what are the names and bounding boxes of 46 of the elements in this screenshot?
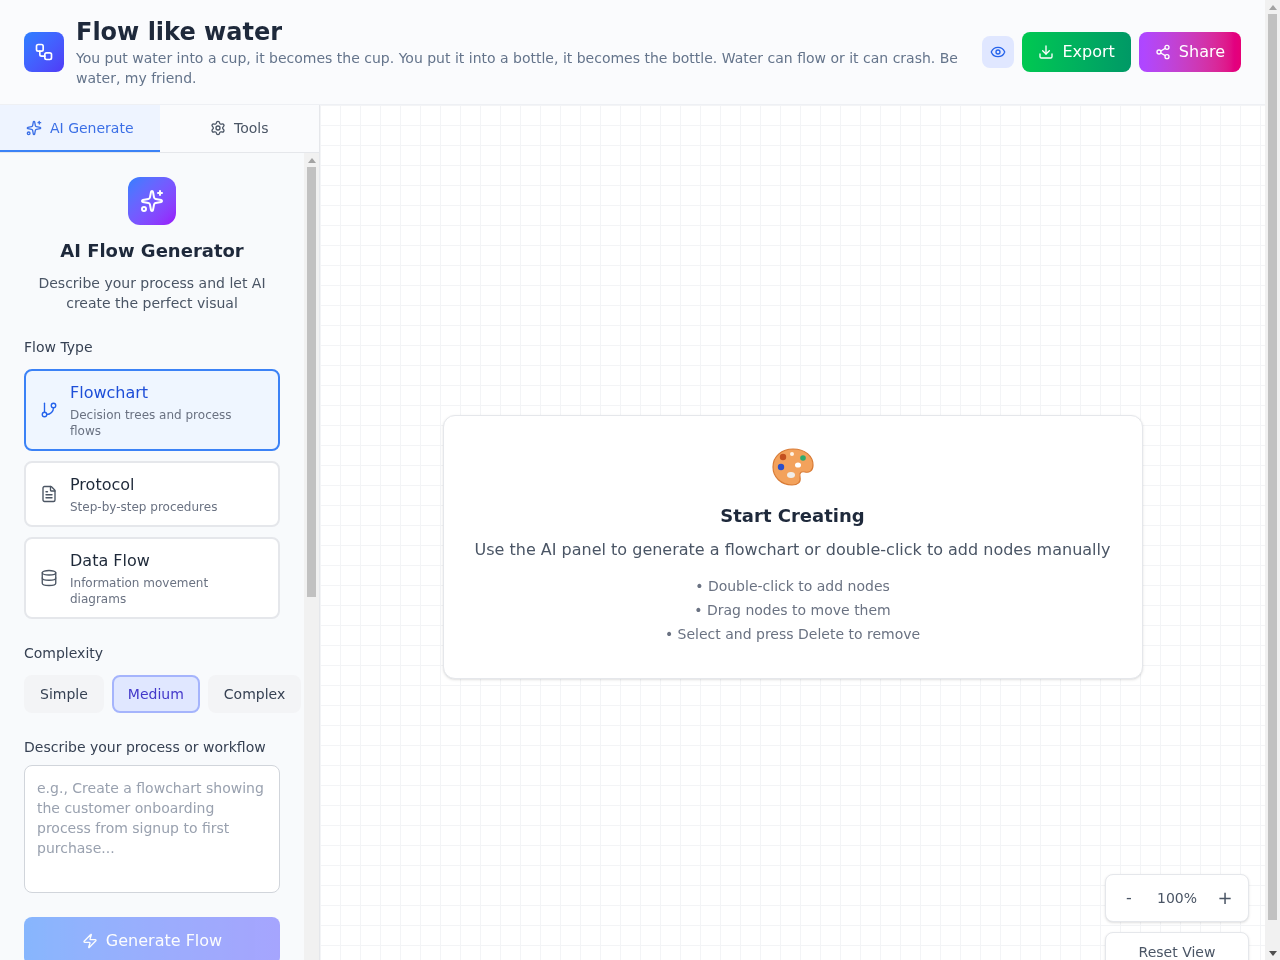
sidebar-scrollbar[interactable] xyxy=(304,153,319,960)
panel-title: AI Flow Generator xyxy=(60,239,244,263)
section-label: Complexity xyxy=(24,644,104,663)
flow-type-option[interactable]: Data Flow Information movement diagrams xyxy=(24,537,280,619)
sparkles-icon xyxy=(128,177,176,225)
lightning-icon xyxy=(81,933,98,949)
section-label: Flow Type xyxy=(24,338,93,357)
sidebar-tab[interactable]: Tools xyxy=(159,105,319,152)
page-scrollbar[interactable] xyxy=(1265,0,1280,960)
database-icon xyxy=(40,569,58,587)
share-icon xyxy=(1154,44,1171,60)
download-icon xyxy=(1038,44,1055,60)
complexity-option[interactable]: Simple xyxy=(24,675,104,713)
document-icon xyxy=(40,485,58,503)
flow-type-option[interactable]: Protocol Step-by-step procedures xyxy=(24,461,280,527)
prompt-field[interactable]: e.g., Create a flowchart showing the customer onboarding process from signup to first purchase... xyxy=(24,765,280,893)
branch-icon xyxy=(40,401,58,419)
settings-icon xyxy=(210,119,226,136)
palette-icon xyxy=(771,447,814,486)
sparkles-icon xyxy=(25,119,42,136)
zoom-level: 100% xyxy=(1156,889,1198,908)
panel-description: Describe your process and let AI create the perfect visual xyxy=(37,274,267,313)
share-button[interactable]: Share xyxy=(1138,32,1241,72)
scrollbar-thumb[interactable] xyxy=(307,167,316,597)
tip-text: • Double-click to add nodes xyxy=(695,576,890,596)
zoom-out-button[interactable]: - xyxy=(1113,882,1145,914)
zoom-in-button[interactable]: + xyxy=(1209,882,1241,914)
sidebar-tab[interactable]: AI Generate xyxy=(0,105,160,152)
scroll-up-icon[interactable] xyxy=(1268,4,1277,10)
empty-state-description: Use the AI panel to generate a flowchart or double-click to add nodes manually xyxy=(474,538,1111,561)
scroll-up-icon[interactable] xyxy=(307,157,316,163)
flow-type-option[interactable]: Flowchart Decision trees and process flows xyxy=(24,369,280,451)
eye-icon xyxy=(990,44,1007,60)
reset-view-button[interactable]: Reset View xyxy=(1105,932,1249,960)
scroll-down-icon[interactable] xyxy=(1268,950,1277,956)
tip-text: • Select and press Delete to remove xyxy=(664,624,921,644)
complexity-option[interactable]: Medium xyxy=(111,675,200,713)
app-description: You put water into a cup, it becomes the cup. You put it into a bottle, it becomes the bottle. Water can flow or it can crash. Be water, my friend. xyxy=(76,49,959,88)
complexity-option[interactable]: Complex xyxy=(207,675,302,713)
scrollbar-thumb[interactable] xyxy=(1268,14,1277,920)
tip-text: • Drag nodes to move them xyxy=(694,600,891,620)
logo-icon xyxy=(24,32,64,72)
field-label: Describe your process or workflow xyxy=(24,738,266,757)
app-title: Flow like water xyxy=(76,17,283,48)
preview-button[interactable] xyxy=(982,36,1015,68)
empty-state-title: Start Creating xyxy=(720,503,865,528)
